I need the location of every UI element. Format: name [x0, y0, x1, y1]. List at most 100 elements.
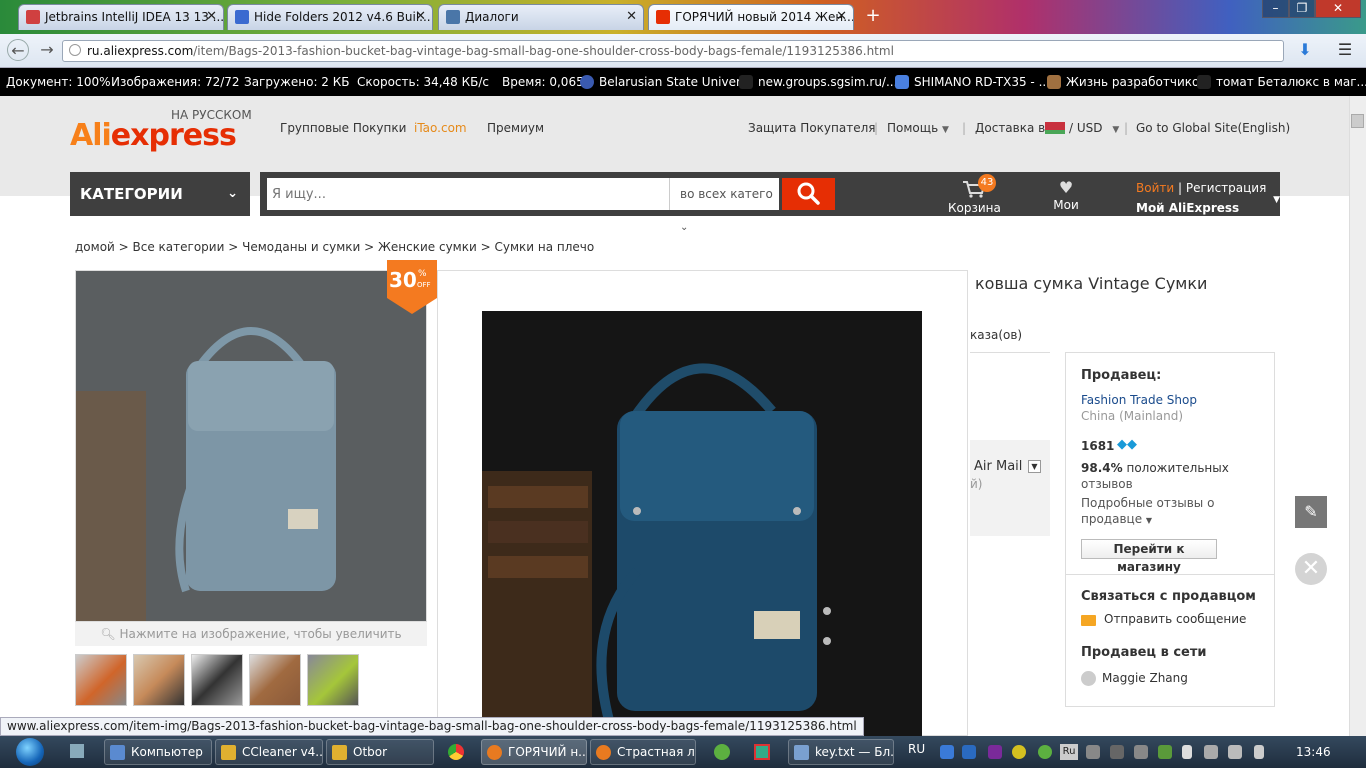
tray-app-icon[interactable]	[988, 745, 1002, 759]
group-buy-link[interactable]: Групповые Покупки	[280, 121, 406, 135]
maximize-button[interactable]: ❐	[1289, 0, 1315, 18]
detailed-reviews-link[interactable]: Подробные отзывы о	[1081, 496, 1214, 510]
zoom-hint: 🔍︎ Нажмите на изображение, чтобы увеличи…	[75, 622, 427, 646]
bookmark-4[interactable]: Жизнь разработчиков	[1047, 68, 1206, 96]
account-menu[interactable]: Войти | Регистрация Мой AliExpress ▼	[1136, 178, 1280, 218]
taskbar-item-firefox-aliexpress[interactable]: ГОРЯЧИЙ н...	[481, 739, 587, 765]
divider	[970, 352, 1050, 353]
tab-title: Hide Folders 2012 v4.6 Buil...	[254, 10, 431, 24]
close-icon[interactable]: ✕	[626, 5, 637, 29]
search-button[interactable]	[782, 178, 835, 210]
bookmark-2[interactable]: new.groups.sgsim.ru/...	[739, 68, 897, 96]
bookmark-5[interactable]: томат Беталюкс в маг...	[1197, 68, 1366, 96]
categories-button[interactable]: КАТЕГОРИИ ⌄	[70, 172, 250, 216]
search-input[interactable]	[267, 178, 669, 210]
back-button[interactable]: ←	[7, 39, 29, 61]
taskbar-item-ccleaner[interactable]: CCleaner v4....	[215, 739, 323, 765]
page-scrollbar[interactable]	[1349, 96, 1366, 736]
browser-tab-1[interactable]: Jetbrains IntelliJ IDEA 13 13 ... ✕	[18, 4, 224, 30]
breadcrumb-luggage[interactable]: Чемоданы и сумки	[242, 240, 360, 254]
clock[interactable]: 13:46	[1296, 736, 1331, 768]
network-icon[interactable]	[940, 745, 954, 759]
scrollbar-thumb[interactable]	[1351, 114, 1364, 128]
link-hover-status: www.aliexpress.com/item-img/Bags-2013-fa…	[0, 717, 864, 736]
tray-app-icon[interactable]	[1204, 745, 1218, 759]
thumbnail-5[interactable]	[307, 654, 359, 706]
nvidia-icon[interactable]	[1158, 745, 1172, 759]
start-button[interactable]	[16, 738, 44, 766]
cart-button[interactable]: 43 Корзина	[948, 174, 1001, 215]
itao-link[interactable]: iTao.com	[414, 121, 467, 135]
send-message-link[interactable]: Отправить сообщение	[1104, 612, 1246, 626]
delivery-menu[interactable]: Доставка в / USD ▼	[975, 121, 1119, 135]
browser-tab-2[interactable]: Hide Folders 2012 v4.6 Buil... ✕	[227, 4, 433, 30]
tray-app-icon[interactable]	[1012, 745, 1026, 759]
volume-icon[interactable]	[1254, 745, 1264, 759]
show-desktop-icon[interactable]	[70, 744, 84, 758]
browser-tab-3[interactable]: Диалоги ✕	[438, 4, 644, 30]
signal-icon[interactable]	[1228, 745, 1242, 759]
bookmark-3[interactable]: SHIMANO RD-TX35 - ...	[895, 68, 1050, 96]
thumbnail-4[interactable]	[249, 654, 301, 706]
app-icon[interactable]	[754, 744, 770, 760]
close-icon[interactable]: ✕	[415, 5, 426, 29]
thumbnail-1[interactable]	[75, 654, 127, 706]
minimize-button[interactable]: –	[1262, 0, 1289, 18]
breadcrumb-home[interactable]: домой	[75, 240, 115, 254]
premium-link[interactable]: Премиум	[487, 121, 544, 135]
divider	[1066, 574, 1274, 575]
close-icon[interactable]: ✕	[206, 5, 217, 29]
search-category-select[interactable]: во всех катего ⌄	[669, 178, 779, 233]
thumbnail-2[interactable]	[133, 654, 185, 706]
keyboard-layout-icon[interactable]: Ru	[1060, 744, 1078, 760]
login-link[interactable]: Войти	[1136, 181, 1174, 195]
thumbnail-3[interactable]	[191, 654, 243, 706]
forward-button[interactable]: →	[36, 39, 58, 61]
divider: |	[874, 121, 879, 135]
go-to-store-button[interactable]: Перейти к магазину	[1081, 539, 1217, 574]
buyer-protection-link[interactable]: Защита Покупателя	[748, 121, 875, 135]
close-icon[interactable]: ✕	[1295, 553, 1327, 585]
taskbar-item-firefox-2[interactable]: Страстная л...	[590, 739, 696, 765]
breadcrumb-all-categories[interactable]: Все категории	[133, 240, 225, 254]
breadcrumb: домой > Все категории > Чемоданы и сумки…	[75, 240, 595, 254]
tray-app-icon[interactable]	[1110, 745, 1124, 759]
dropdown-arrow-icon[interactable]: ▼	[1028, 460, 1041, 473]
window-close-button[interactable]: ✕	[1315, 0, 1361, 18]
utorrent-icon[interactable]	[714, 744, 730, 760]
product-main-image[interactable]	[75, 270, 427, 622]
wishlist-button[interactable]: ♥ Мои желания	[1024, 178, 1108, 226]
language-indicator[interactable]: RU	[908, 742, 925, 756]
close-icon[interactable]: ✕	[836, 5, 847, 29]
breadcrumb-womens-bags[interactable]: Женские сумки	[378, 240, 477, 254]
new-tab-button[interactable]: +	[862, 4, 884, 28]
help-menu[interactable]: Помощь ▼	[887, 121, 949, 135]
taskbar-item-computer[interactable]: Компьютер	[104, 739, 212, 765]
shipping-method[interactable]: Air Mail	[974, 459, 1022, 474]
address-bar[interactable]: ru.aliexpress.com/item/Bags-2013-fashion…	[62, 40, 1284, 62]
register-link[interactable]: Регистрация	[1186, 181, 1266, 195]
breadcrumb-shoulder-bags[interactable]: Сумки на плечо	[494, 240, 594, 254]
browser-tab-4[interactable]: ГОРЯЧИЙ новый 2014 Жен... ✕	[648, 4, 854, 30]
caret-down-icon: ▼	[1273, 195, 1280, 205]
taskbar-item-otbor[interactable]: Otbor	[326, 739, 434, 765]
download-icon[interactable]: ⬇	[1294, 39, 1316, 61]
aliexpress-logo[interactable]: Aliexpress	[70, 118, 237, 153]
taskbar-item-notepad[interactable]: key.txt — Бл...	[788, 739, 894, 765]
menu-icon[interactable]: ☰	[1334, 39, 1356, 61]
tray-app-icon[interactable]	[1086, 745, 1100, 759]
chrome-icon[interactable]	[448, 744, 464, 760]
online-seller-name[interactable]: Maggie Zhang	[1102, 671, 1188, 685]
edit-icon[interactable]: ✎	[1295, 496, 1327, 528]
utorrent-tray-icon[interactable]	[1038, 745, 1052, 759]
global-site-link[interactable]: Go to Global Site(English)	[1136, 121, 1290, 135]
about-seller-menu[interactable]: продавце ▼	[1081, 512, 1152, 526]
bookmark-1[interactable]: Belarusian State Univer...	[580, 68, 751, 96]
my-aliexpress-link[interactable]: Мой AliExpress	[1136, 198, 1280, 218]
tray-app-icon[interactable]	[962, 745, 976, 759]
zoom-overlay[interactable]	[437, 270, 968, 736]
page-content: Aliexpress НА РУССКОМ Групповые Покупки …	[0, 96, 1349, 736]
tray-app-icon[interactable]	[1134, 745, 1148, 759]
shop-name-link[interactable]: Fashion Trade Shop	[1081, 393, 1197, 407]
action-center-flag-icon[interactable]	[1182, 745, 1192, 759]
